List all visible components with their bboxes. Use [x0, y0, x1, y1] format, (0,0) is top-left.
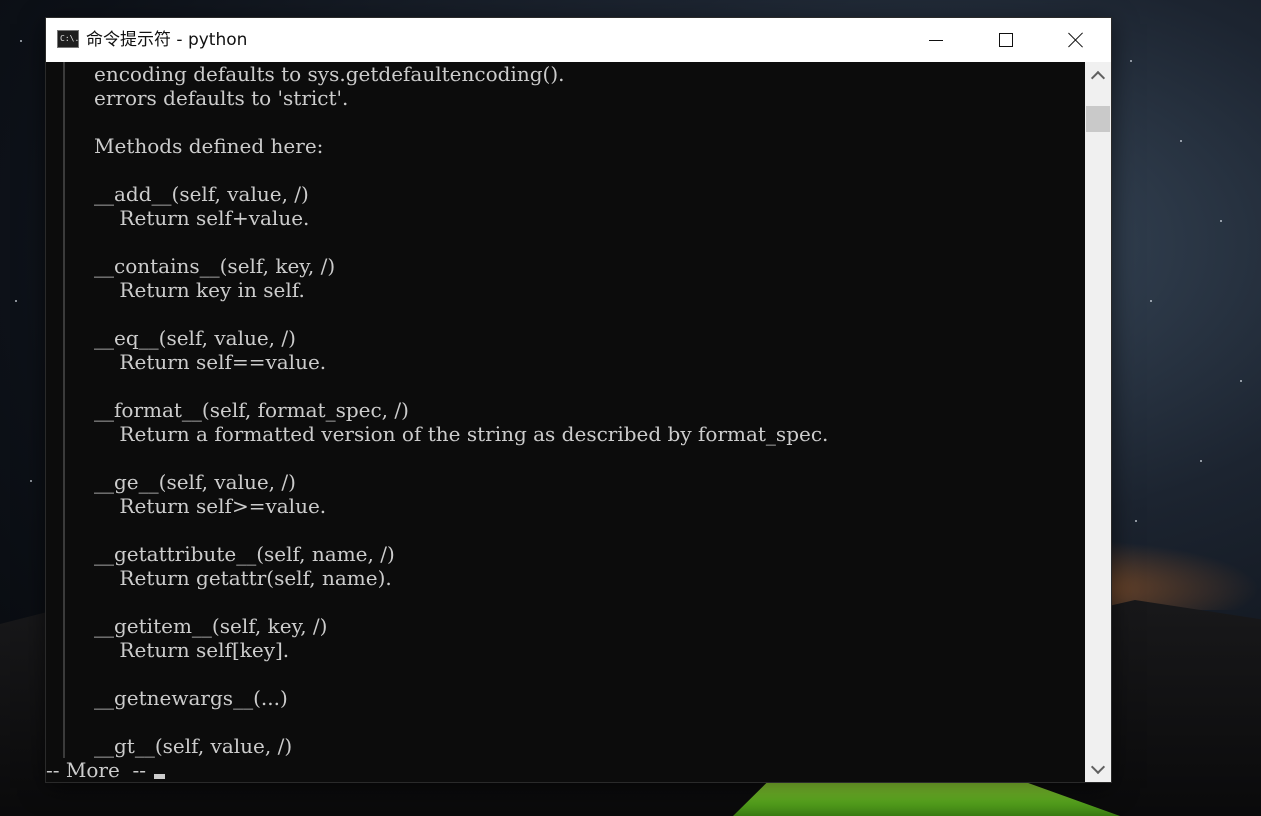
close-icon [1068, 32, 1084, 48]
console-line: Return getattr(self, name). [94, 566, 392, 590]
console-line: __gt__(self, value, /) [94, 734, 293, 758]
console-line: __getitem__(self, key, /) [94, 614, 328, 638]
vertical-scrollbar[interactable] [1085, 62, 1111, 782]
more-prompt: -- More -- [46, 758, 166, 782]
pager-gutter-line [63, 62, 65, 758]
minimize-icon [929, 39, 943, 41]
chevron-up-icon [1090, 70, 1106, 85]
console-line: __getattribute__(self, name, /) [94, 542, 395, 566]
console-line: __eq__(self, value, /) [94, 326, 296, 350]
console-lines: encoding defaults to sys.getdefaultencod… [94, 62, 828, 758]
chevron-down-icon [1090, 759, 1106, 774]
command-prompt-window[interactable]: C:\. 命令提示符 - python encoding defaults to… [46, 18, 1111, 782]
maximize-icon [999, 33, 1013, 47]
console-line: __ge__(self, value, /) [94, 470, 296, 494]
scrollbar-thumb[interactable] [1086, 106, 1110, 132]
close-button[interactable] [1041, 18, 1111, 62]
console-line: Return key in self. [94, 278, 305, 302]
console-line: Return self+value. [94, 206, 310, 230]
console-output[interactable]: encoding defaults to sys.getdefaultencod… [46, 62, 1085, 782]
console-line: Methods defined here: [94, 134, 324, 158]
console-line: __format__(self, format_spec, /) [94, 398, 409, 422]
console-line: __getnewargs__(...) [94, 686, 288, 710]
console-line: Return self==value. [94, 350, 327, 374]
minimize-button[interactable] [901, 18, 971, 62]
window-title: 命令提示符 - python [86, 30, 248, 50]
more-prompt-text: -- More -- [46, 758, 147, 782]
console-line: __add__(self, value, /) [94, 182, 309, 206]
text-cursor [154, 774, 166, 779]
console-line: Return self>=value. [94, 494, 327, 518]
cmd-app-icon[interactable]: C:\. [57, 30, 79, 48]
console-line: __contains__(self, key, /) [94, 254, 336, 278]
title-bar[interactable]: C:\. 命令提示符 - python [46, 18, 1111, 62]
scroll-up-button[interactable] [1085, 62, 1111, 88]
console-line: errors defaults to 'strict'. [94, 86, 349, 110]
console-line: Return self[key]. [94, 638, 290, 662]
maximize-button[interactable] [971, 18, 1041, 62]
scroll-down-button[interactable] [1085, 756, 1111, 782]
console-line: Return a formatted version of the string… [94, 422, 829, 446]
console-line: encoding defaults to sys.getdefaultencod… [94, 62, 565, 86]
